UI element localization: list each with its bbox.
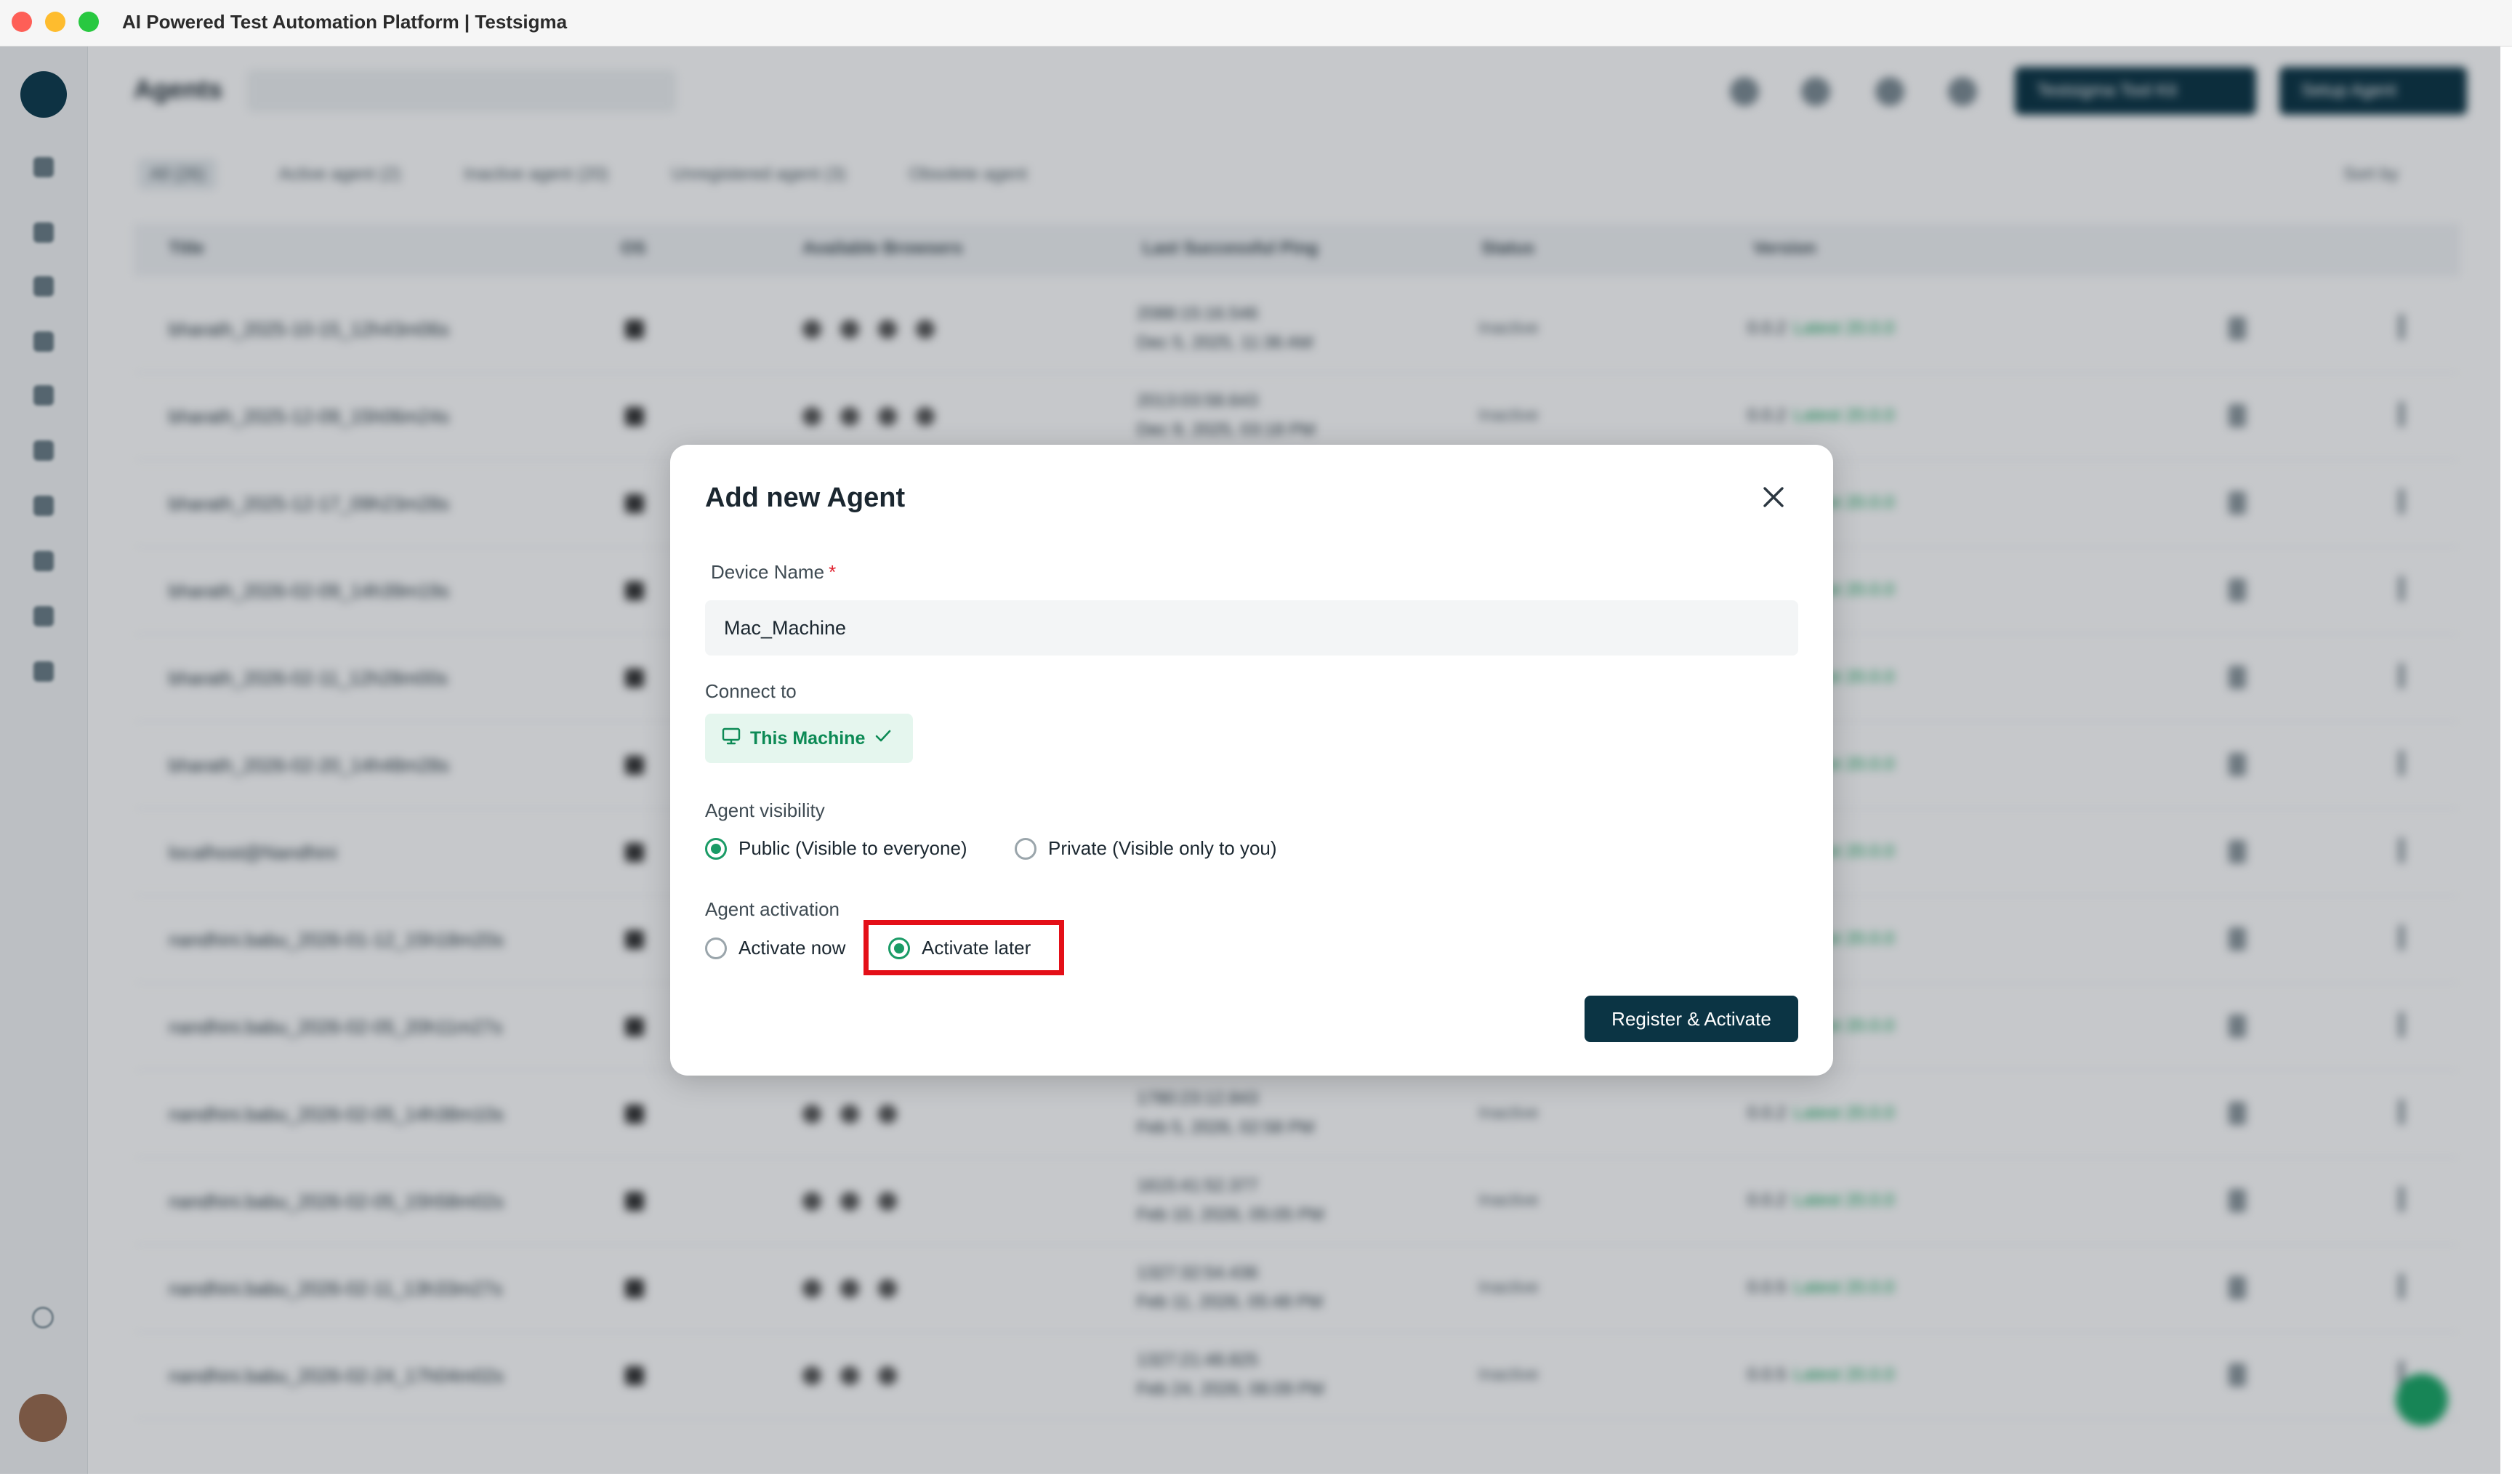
highlight-box	[864, 920, 1064, 975]
window-title: AI Powered Test Automation Platform | Te…	[122, 11, 568, 33]
monitor-icon	[721, 726, 741, 751]
connect-this-machine-chip[interactable]: This Machine	[705, 714, 913, 763]
visibility-private-option[interactable]: Private (Visible only to you)	[1015, 837, 1277, 860]
agent-activation-label: Agent activation	[705, 898, 840, 920]
close-icon[interactable]	[1760, 484, 1787, 510]
visibility-public-label: Public (Visible to everyone)	[738, 837, 967, 859]
device-name-input[interactable]	[705, 600, 1798, 656]
visibility-private-label: Private (Visible only to you)	[1048, 837, 1277, 859]
activate-now-label: Activate now	[738, 937, 846, 959]
check-icon	[874, 727, 893, 751]
connect-chip-label: This Machine	[750, 727, 866, 749]
register-activate-button[interactable]: Register & Activate	[1585, 996, 1798, 1042]
activate-now-option[interactable]: Activate now	[705, 937, 845, 959]
window-close-button[interactable]	[12, 12, 32, 32]
visibility-public-radio[interactable]	[705, 837, 727, 860]
required-mark: *	[829, 561, 837, 583]
add-agent-dialog: Add new Agent Device Name* Connect to Th…	[670, 445, 1833, 1076]
activate-now-radio[interactable]	[705, 937, 727, 959]
window-zoom-button[interactable]	[78, 12, 99, 32]
window-titlebar: AI Powered Test Automation Platform | Te…	[0, 0, 2512, 47]
visibility-private-radio[interactable]	[1015, 837, 1036, 860]
device-name-label: Device Name *	[711, 561, 836, 584]
agent-visibility-label: Agent visibility	[705, 799, 825, 821]
device-name-label-text: Device Name	[711, 561, 825, 583]
visibility-public-option[interactable]: Public (Visible to everyone)	[705, 837, 967, 860]
connect-to-label: Connect to	[705, 680, 797, 702]
dialog-title: Add new Agent	[705, 483, 906, 513]
window-minimize-button[interactable]	[45, 12, 65, 32]
